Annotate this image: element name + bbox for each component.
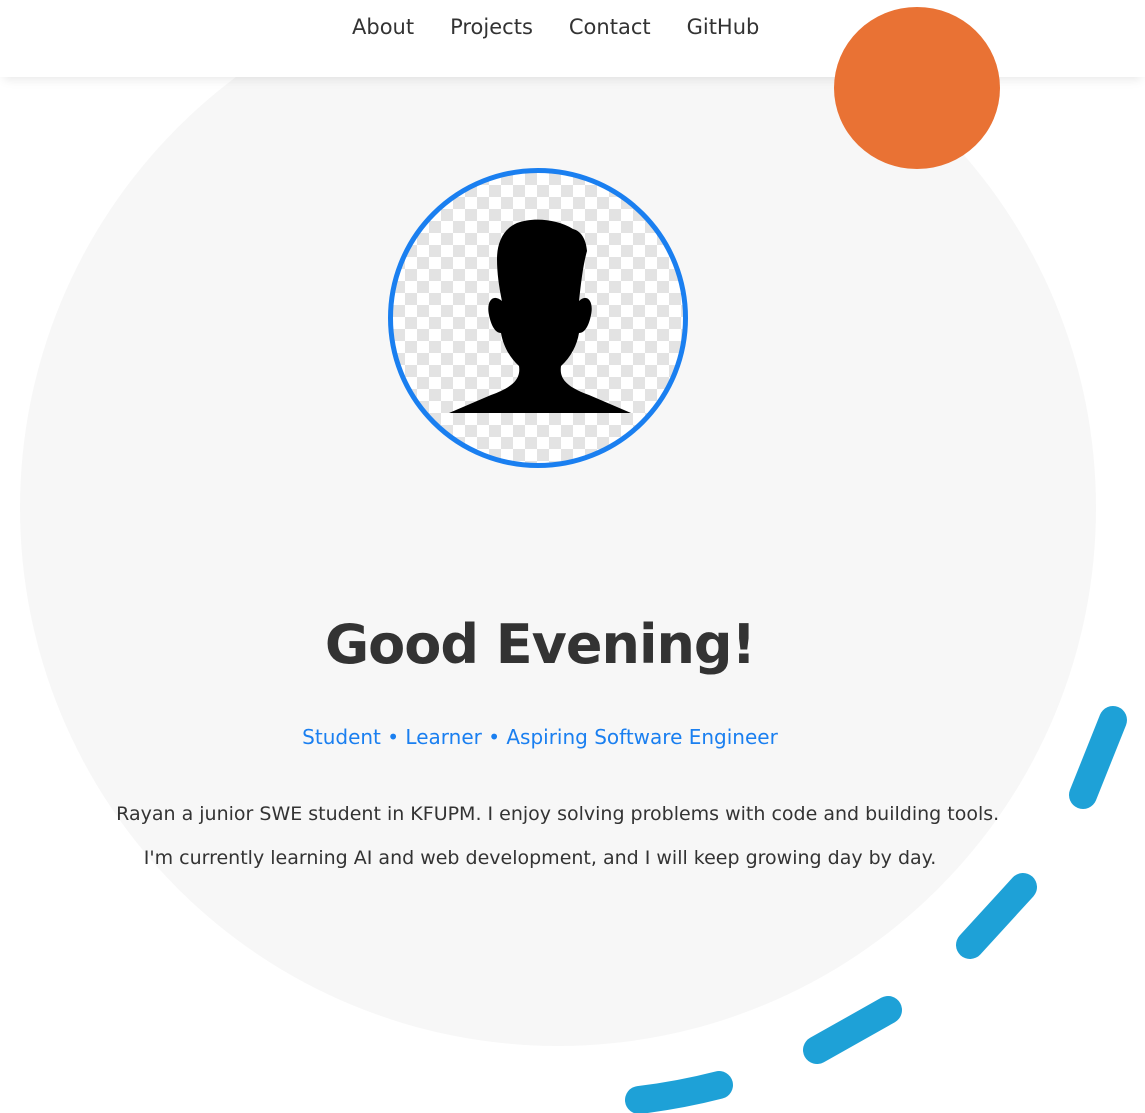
dash-segment <box>1069 706 1127 809</box>
dash-segment <box>803 996 902 1064</box>
portfolio-page: About Projects Contact GitHub Good Eveni… <box>0 0 1145 1113</box>
dash-segment <box>956 873 1037 959</box>
blue-dashed-arc <box>625 706 1127 1113</box>
dash-segment <box>625 1071 733 1113</box>
